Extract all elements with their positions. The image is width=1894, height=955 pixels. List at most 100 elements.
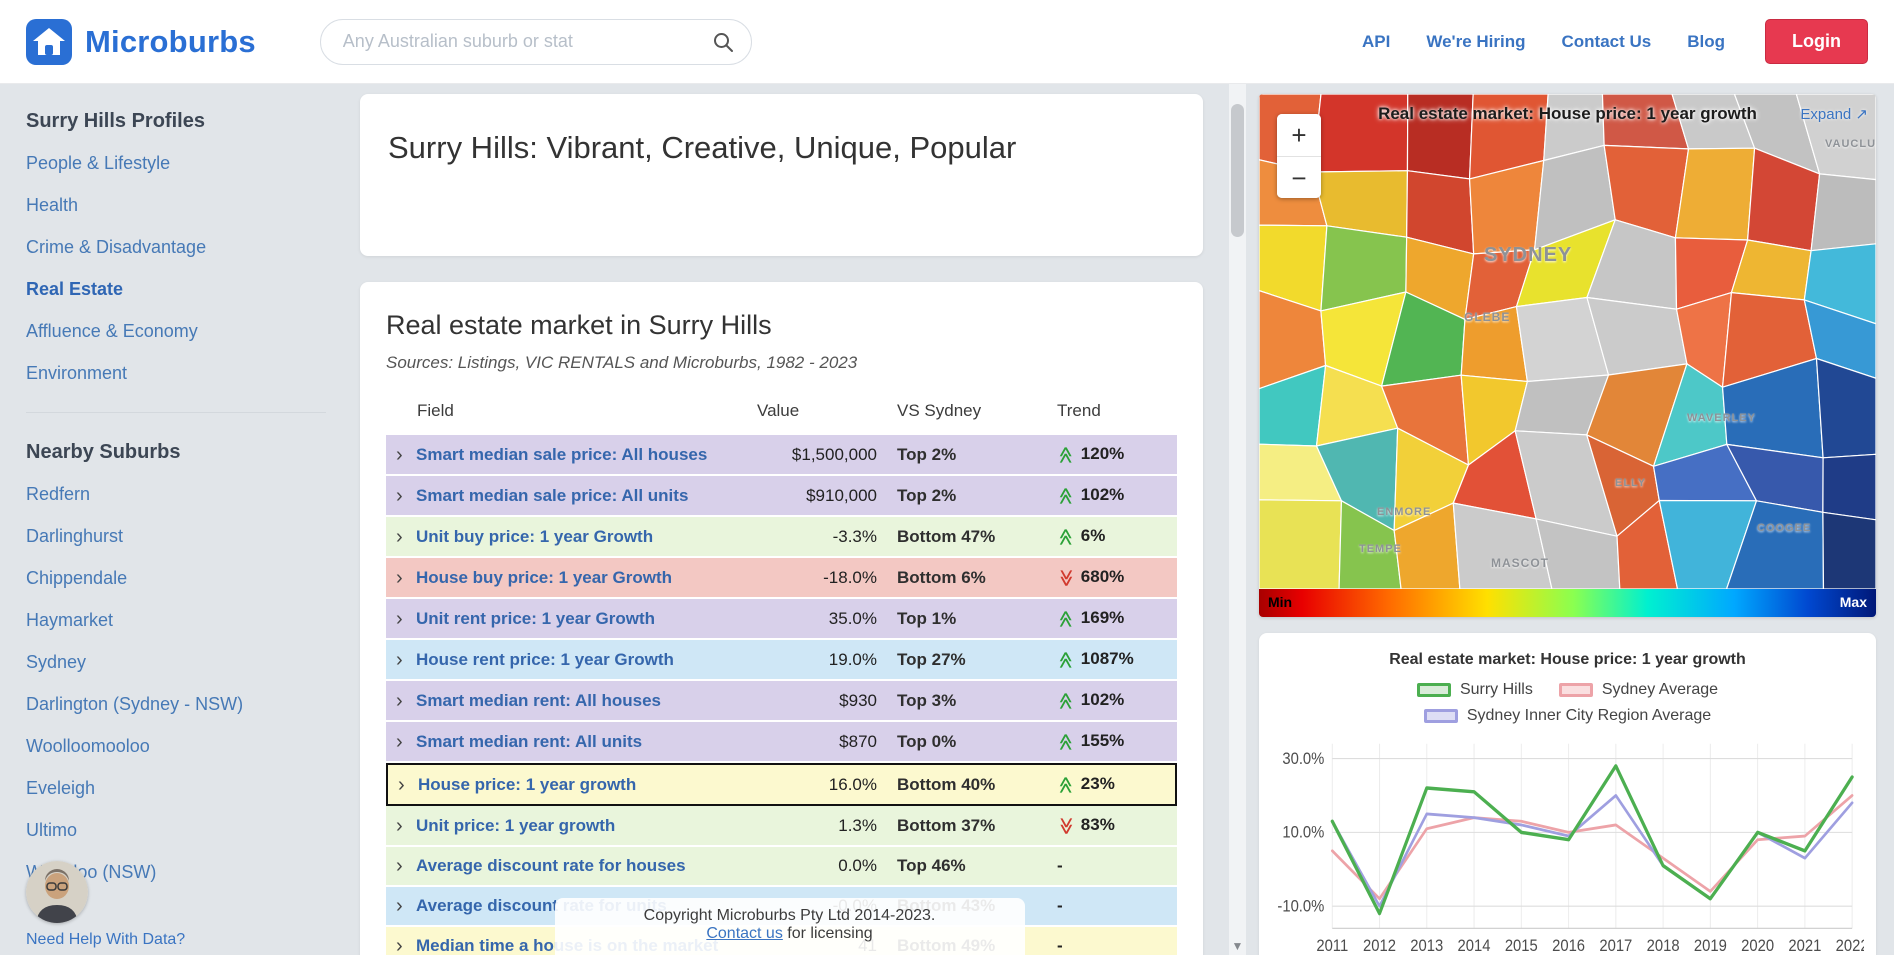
row-expand-icon[interactable]: ›: [396, 445, 407, 465]
map-zoom-control: + −: [1277, 114, 1321, 198]
svg-text:2016: 2016: [1552, 937, 1585, 955]
nearby-item-haymarket[interactable]: Haymarket: [26, 610, 113, 630]
sidebar-item-people-lifestyle[interactable]: People & Lifestyle: [26, 153, 170, 173]
nav-link-blog[interactable]: Blog: [1687, 32, 1725, 52]
nearby-item-woolloomooloo[interactable]: Woolloomooloo: [26, 736, 150, 756]
table-row[interactable]: ›House rent price: 1 year Growth19.0%Top…: [386, 640, 1177, 681]
nav-link-api[interactable]: API: [1362, 32, 1390, 52]
brand[interactable]: Microburbs: [26, 19, 256, 65]
field-link[interactable]: Unit buy price: 1 year Growth: [416, 527, 653, 547]
field-link[interactable]: House rent price: 1 year Growth: [416, 650, 674, 670]
map-expand-link[interactable]: Expand ↗: [1800, 105, 1868, 123]
help-link[interactable]: Need Help With Data?: [26, 931, 185, 949]
row-expand-icon[interactable]: ›: [396, 856, 407, 876]
map-title: Real estate market: House price: 1 year …: [1259, 104, 1876, 124]
nearby-item-darlington-sydney-nsw[interactable]: Darlington (Sydney - NSW): [26, 694, 243, 714]
avatar[interactable]: [26, 861, 88, 923]
map-label-enmore: ENMORE: [1377, 506, 1431, 518]
row-expand-icon[interactable]: ›: [396, 936, 407, 955]
right-panel: Real estate market: House price: 1 year …: [1246, 84, 1894, 955]
row-expand-icon[interactable]: ›: [396, 732, 407, 752]
trend-up-icon: ≫: [1056, 692, 1076, 710]
table-row[interactable]: ›Smart median sale price: All houses$1,5…: [386, 435, 1177, 476]
vs-sydney-cell: Top 3%: [887, 681, 1047, 722]
sidebar-item-environment[interactable]: Environment: [26, 363, 127, 383]
field-link[interactable]: Unit rent price: 1 year Growth: [416, 609, 655, 629]
table-row[interactable]: ›House buy price: 1 year Growth-18.0%Bot…: [386, 558, 1177, 599]
search-input[interactable]: [320, 19, 752, 65]
map-label-glebe: GLEBE: [1464, 310, 1510, 324]
vs-sydney-cell: Bottom 37%: [887, 806, 1047, 847]
nearby-item-darlinghurst[interactable]: Darlinghurst: [26, 526, 123, 546]
row-expand-icon[interactable]: ›: [396, 896, 407, 916]
field-link[interactable]: Smart median rent: All houses: [416, 691, 661, 711]
search-icon[interactable]: [711, 30, 735, 59]
legend-swatch: [1559, 683, 1593, 697]
col-vs-sydney: VS Sydney: [887, 395, 1047, 435]
row-expand-icon[interactable]: ›: [396, 486, 407, 506]
table-row[interactable]: ›Smart median rent: All units$870Top 0%≫…: [386, 722, 1177, 763]
legend-swatch: [1417, 683, 1451, 697]
map-color-scale: Min Max: [1259, 589, 1876, 617]
zoom-in-button[interactable]: +: [1277, 114, 1321, 156]
legend-swatch: [1424, 709, 1458, 723]
svg-text:2013: 2013: [1410, 937, 1443, 955]
nearby-item-eveleigh[interactable]: Eveleigh: [26, 778, 95, 798]
choropleth-map[interactable]: [1259, 94, 1876, 589]
zoom-out-button[interactable]: −: [1277, 156, 1321, 198]
nav-link-we-re-hiring[interactable]: We're Hiring: [1426, 32, 1525, 52]
table-row[interactable]: ›Unit rent price: 1 year Growth35.0%Top …: [386, 599, 1177, 640]
field-link[interactable]: Smart median sale price: All houses: [416, 445, 707, 465]
vs-sydney-cell: Top 2%: [887, 476, 1047, 517]
search-bar: [320, 19, 752, 65]
svg-text:2012: 2012: [1363, 937, 1396, 955]
table-row[interactable]: ›Unit price: 1 year growth1.3%Bottom 37%…: [386, 806, 1177, 847]
table-row[interactable]: ›House price: 1 year growth16.0%Bottom 4…: [386, 763, 1177, 806]
table-row[interactable]: ›Smart median sale price: All units$910,…: [386, 476, 1177, 517]
sidebar-item-crime-disadvantage[interactable]: Crime & Disadvantage: [26, 237, 206, 257]
heatmap[interactable]: Real estate market: House price: 1 year …: [1259, 94, 1876, 617]
nearby-item-ultimo[interactable]: Ultimo: [26, 820, 77, 840]
field-link[interactable]: House price: 1 year growth: [418, 775, 636, 795]
table-row[interactable]: ›Unit buy price: 1 year Growth-3.3%Botto…: [386, 517, 1177, 558]
sidebar-item-health[interactable]: Health: [26, 195, 78, 215]
trend-cell: ≫6%: [1047, 517, 1177, 558]
nearby-links: Redfern Darlinghurst Chippendale Haymarket S…: [26, 484, 326, 883]
legend-item-sydney-average: Sydney Average: [1559, 681, 1718, 699]
field-link[interactable]: Average discount rate for houses: [416, 856, 686, 876]
row-expand-icon[interactable]: ›: [398, 775, 409, 795]
row-expand-icon[interactable]: ›: [396, 816, 407, 836]
row-expand-icon[interactable]: ›: [396, 691, 407, 711]
table-row[interactable]: ›Average discount rate for houses0.0%Top…: [386, 847, 1177, 887]
row-expand-icon[interactable]: ›: [396, 650, 407, 670]
field-link[interactable]: Smart median sale price: All units: [416, 486, 688, 506]
trend-cell: ≫102%: [1047, 476, 1177, 517]
sidebar-item-real-estate[interactable]: Real Estate: [26, 279, 123, 299]
row-expand-icon[interactable]: ›: [396, 527, 407, 547]
nearby-item-redfern[interactable]: Redfern: [26, 484, 90, 504]
nav-link-contact-us[interactable]: Contact Us: [1562, 32, 1652, 52]
nearby-item-chippendale[interactable]: Chippendale: [26, 568, 127, 588]
field-link[interactable]: House buy price: 1 year Growth: [416, 568, 672, 588]
trend-cell: ≫169%: [1047, 599, 1177, 640]
table-row[interactable]: ›Smart median rent: All houses$930Top 3%…: [386, 681, 1177, 722]
trend-cell: -: [1047, 927, 1177, 955]
sidebar-divider: [26, 412, 326, 413]
row-expand-icon[interactable]: ›: [396, 609, 407, 629]
trend-up-icon: ≫: [1056, 776, 1076, 794]
field-link[interactable]: Smart median rent: All units: [416, 732, 642, 752]
value-cell: 19.0%: [747, 640, 887, 681]
nearby-item-sydney[interactable]: Sydney: [26, 652, 86, 672]
svg-text:-10.0%: -10.0%: [1277, 898, 1324, 916]
svg-text:2018: 2018: [1647, 937, 1680, 955]
login-button[interactable]: Login: [1765, 19, 1868, 64]
contact-us-link[interactable]: Contact us: [706, 925, 782, 942]
row-expand-icon[interactable]: ›: [396, 568, 407, 588]
scrollbar-thumb[interactable]: [1231, 104, 1244, 237]
value-cell: -18.0%: [747, 558, 887, 599]
scroll-down-icon[interactable]: ▼: [1229, 940, 1246, 952]
trend-cell: ≫83%: [1047, 806, 1177, 847]
sidebar-item-affluence-economy[interactable]: Affluence & Economy: [26, 321, 198, 341]
vertical-scrollbar[interactable]: ▼: [1229, 84, 1246, 955]
field-link[interactable]: Unit price: 1 year growth: [416, 816, 615, 836]
